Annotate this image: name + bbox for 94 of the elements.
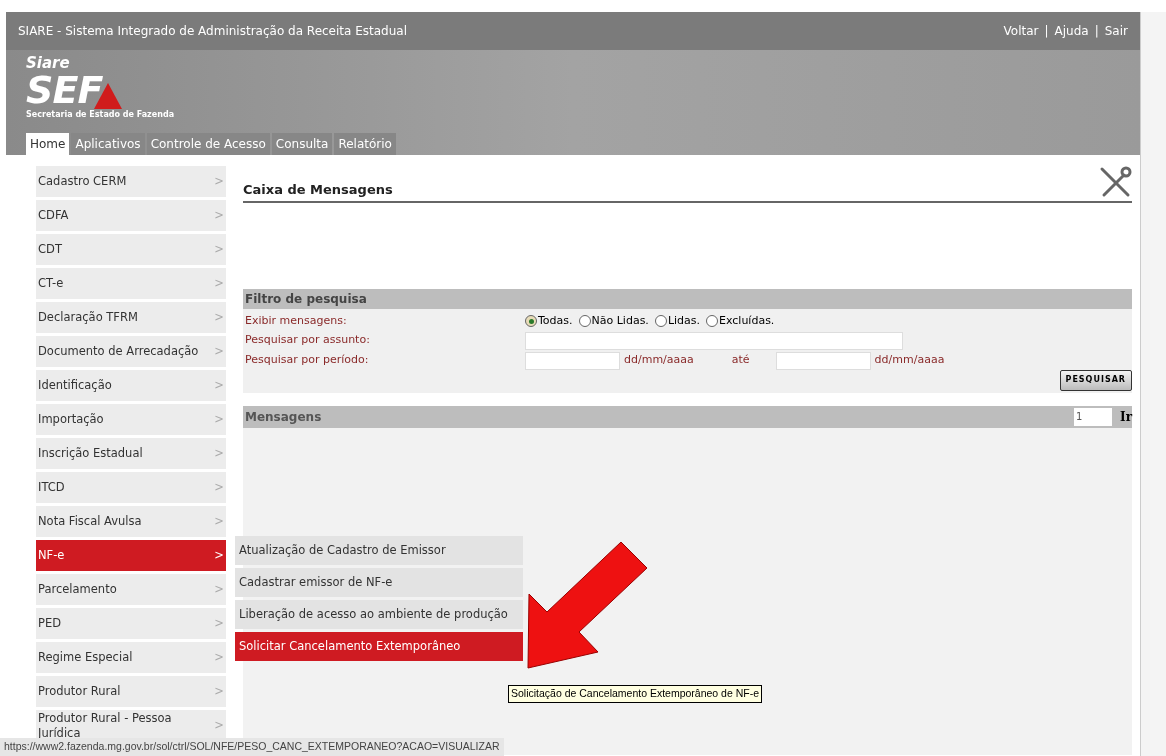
submenu-item[interactable]: Cadastrar emissor de NF-e bbox=[235, 568, 523, 597]
chevron-icon: > bbox=[214, 174, 224, 189]
chevron-icon: > bbox=[214, 446, 224, 461]
chevron-icon: > bbox=[214, 412, 224, 427]
sidebar-item-label: Regime Especial bbox=[38, 650, 133, 665]
sidebar-item-label: Produtor Rural - Pessoa Jurídica bbox=[38, 711, 173, 740]
chevron-icon: > bbox=[214, 616, 224, 631]
header-link[interactable]: Sair bbox=[1104, 22, 1128, 40]
page-title: Caixa de Mensagens bbox=[243, 180, 393, 199]
radio-button[interactable] bbox=[706, 315, 718, 328]
radio-button[interactable] bbox=[578, 315, 591, 328]
sidebar-item[interactable]: Cadastro CERM > bbox=[36, 166, 226, 197]
sidebar-item[interactable]: NF-e > bbox=[36, 540, 226, 571]
date-format-hint: dd/mm/aaaa bbox=[874, 352, 945, 369]
chevron-icon: > bbox=[214, 480, 224, 495]
subject-input[interactable] bbox=[525, 331, 903, 350]
sidebar-item-label: Parcelamento bbox=[38, 582, 117, 597]
sidebar-item[interactable]: CDFA > bbox=[36, 200, 226, 231]
sidebar-item-label: Documento de Arrecadação bbox=[38, 344, 199, 359]
chevron-icon: > bbox=[214, 344, 224, 359]
sidebar-item[interactable]: CT-e > bbox=[36, 268, 226, 299]
sidebar-item[interactable]: Importação > bbox=[36, 404, 226, 435]
radio-label: Todas. bbox=[538, 313, 573, 329]
sidebar-item[interactable]: Inscrição Estadual > bbox=[36, 438, 226, 469]
sidebar-item[interactable]: Declaração TFRM > bbox=[36, 302, 226, 333]
sidebar-item-label: PED bbox=[38, 616, 62, 631]
sidebar-item[interactable]: Parcelamento > bbox=[36, 574, 226, 605]
header-link[interactable]: Ajuda bbox=[1054, 22, 1089, 40]
sidebar-item[interactable]: ITCD > bbox=[36, 472, 226, 503]
date-to-input[interactable] bbox=[775, 351, 871, 370]
nav-tab[interactable]: Home bbox=[26, 133, 70, 155]
until-label: até bbox=[731, 352, 750, 369]
sidebar-item[interactable]: PED > bbox=[36, 608, 226, 639]
logo-caption: Secretaria de Estado de Fazenda bbox=[26, 109, 175, 120]
sidebar-item-label: Produtor Rural bbox=[38, 684, 121, 699]
chevron-icon: > bbox=[214, 378, 224, 393]
date-format-hint: dd/mm/aaaa bbox=[624, 352, 694, 369]
link-separator: | bbox=[1044, 23, 1049, 40]
field-label: Exibir mensagens: bbox=[245, 313, 348, 329]
chevron-icon: > bbox=[214, 208, 224, 223]
sidebar-item-label: Cadastro CERM bbox=[38, 174, 127, 189]
chevron-icon: > bbox=[214, 242, 224, 257]
submenu-item[interactable]: Atualização de Cadastro de Emissor bbox=[235, 536, 523, 565]
header-link[interactable]: Voltar bbox=[1003, 22, 1039, 40]
tooltip: Solicitação de Cancelamento Extemporâneo de NF-e bbox=[508, 685, 763, 703]
date-from-input[interactable] bbox=[525, 351, 620, 370]
sidebar-item-label: ITCD bbox=[38, 480, 65, 495]
sidebar-item[interactable]: Regime Especial > bbox=[36, 642, 226, 673]
sidebar-item-label: Identificação bbox=[38, 378, 112, 393]
sidebar-item-label: CDFA bbox=[38, 208, 69, 223]
nav-tab[interactable]: Consulta bbox=[271, 133, 333, 155]
chevron-icon: > bbox=[214, 582, 224, 597]
radio-label: Lidas. bbox=[667, 313, 700, 329]
chevron-icon: > bbox=[214, 310, 224, 325]
field-label: Pesquisar por assunto: bbox=[245, 331, 371, 348]
radio-label: Não Lidas. bbox=[591, 313, 649, 329]
sidebar-item[interactable]: Nota Fiscal Avulsa > bbox=[36, 506, 226, 537]
chevron-icon: > bbox=[214, 684, 224, 699]
chevron-icon: > bbox=[214, 718, 224, 733]
nav-tab[interactable]: Aplicativos bbox=[71, 133, 145, 155]
section-title: Mensagens bbox=[245, 408, 322, 426]
logo-top-text: Siare bbox=[26, 56, 71, 71]
status-bar: https://www2.fazenda.mg.gov.br/sol/ctrl/SOL/NFE/PESO_CANC_EXTEMPORANEO?ACAO=VISUALIZAR bbox=[0, 738, 504, 756]
radio-label: Excluídas. bbox=[719, 313, 775, 329]
field-label: Pesquisar por período: bbox=[245, 351, 370, 368]
tools-icon[interactable] bbox=[1098, 165, 1132, 199]
chevron-icon: > bbox=[214, 514, 224, 529]
radio-button[interactable] bbox=[654, 315, 667, 328]
sidebar-item[interactable]: Identificação > bbox=[36, 370, 226, 401]
page-input[interactable]: 1 bbox=[1074, 407, 1113, 426]
nav-tab[interactable]: Relatório bbox=[334, 133, 396, 155]
section-title: Filtro de pesquisa bbox=[245, 291, 367, 308]
radio-button[interactable] bbox=[525, 315, 537, 328]
sidebar-item-label: Inscrição Estadual bbox=[38, 446, 143, 461]
submenu-item[interactable]: Solicitar Cancelamento Extemporâneo bbox=[235, 632, 523, 661]
sidebar-item[interactable]: Produtor Rural > bbox=[36, 676, 226, 707]
link-separator: | bbox=[1094, 23, 1099, 40]
app-title: SIARE - Sistema Integrado de Administração da Receita Estadual bbox=[18, 23, 407, 40]
logo-main-text: SEF bbox=[26, 71, 103, 109]
search-button[interactable]: PESQUISAR bbox=[1059, 369, 1132, 391]
sidebar-item-label: NF-e bbox=[38, 548, 65, 563]
sidebar-item-label: Declaração TFRM bbox=[38, 310, 138, 325]
sidebar-item-label: CDT bbox=[38, 242, 62, 257]
chevron-icon: > bbox=[214, 276, 224, 291]
sidebar-item-label: CT-e bbox=[38, 276, 64, 291]
submenu-item[interactable]: Liberação de acesso ao ambiente de produção bbox=[235, 600, 523, 629]
sidebar-item-label: Importação bbox=[38, 412, 104, 427]
nav-tab[interactable]: Controle de Acesso bbox=[146, 133, 270, 155]
sidebar-item[interactable]: CDT > bbox=[36, 234, 226, 265]
go-link[interactable]: Ir bbox=[1120, 407, 1132, 426]
chevron-icon: > bbox=[214, 548, 224, 563]
sidebar-item-label: Nota Fiscal Avulsa bbox=[38, 514, 142, 529]
chevron-icon: > bbox=[214, 650, 224, 665]
sidebar-item[interactable]: Documento de Arrecadação > bbox=[36, 336, 226, 367]
